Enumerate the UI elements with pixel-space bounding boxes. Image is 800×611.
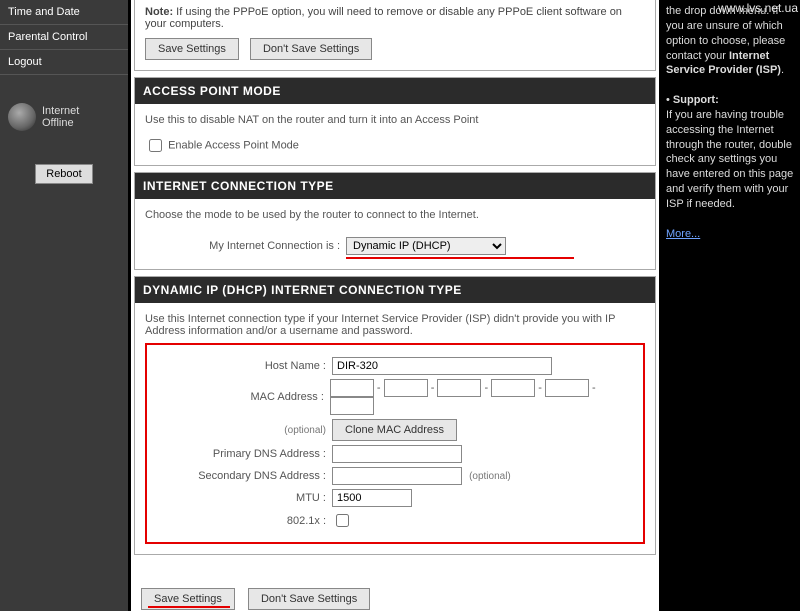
highlight-line (346, 257, 574, 259)
watermark: www.lvs.net.ua (718, 0, 798, 16)
status-value: Offline (42, 117, 79, 129)
ap-desc: Use this to disable NAT on the router an… (145, 114, 645, 126)
ict-select[interactable]: Dynamic IP (DHCP) (346, 237, 506, 255)
help-p1c: . (781, 64, 784, 76)
dont-save-button-bottom[interactable]: Don't Save Settings (248, 588, 370, 610)
note-box: Note: If using the PPPoE option, you wil… (134, 0, 656, 71)
sdns-label: Secondary DNS Address : (151, 470, 332, 482)
more-link[interactable]: More... (666, 228, 700, 240)
ict-label: My Internet Connection is : (145, 240, 346, 252)
dot1x-label: 802.1x : (151, 515, 332, 527)
nav-logout[interactable]: Logout (0, 50, 128, 75)
clone-mac-button[interactable]: Clone MAC Address (332, 419, 457, 441)
highlight-box: Host Name : MAC Address : - - - - - (145, 343, 645, 544)
main-content: Note: If using the PPPoE option, you wil… (131, 0, 659, 611)
nav-time-date[interactable]: Time and Date (0, 0, 128, 25)
nav-parental[interactable]: Parental Control (0, 25, 128, 50)
mtu-label: MTU : (151, 492, 332, 504)
sdns-input[interactable] (332, 467, 462, 485)
hostname-input[interactable] (332, 357, 552, 375)
globe-icon (8, 103, 36, 131)
sdns-optional: (optional) (469, 471, 511, 482)
support-label: Support: (673, 94, 719, 106)
reboot-button[interactable]: Reboot (35, 164, 92, 184)
mac-input-6[interactable] (330, 397, 374, 415)
section-dhcp-header: DYNAMIC IP (DHCP) INTERNET CONNECTION TY… (135, 277, 655, 303)
pdns-input[interactable] (332, 445, 462, 463)
section-dhcp: DYNAMIC IP (DHCP) INTERNET CONNECTION TY… (134, 276, 656, 555)
hostname-label: Host Name : (151, 360, 332, 372)
pdns-label: Primary DNS Address : (151, 448, 332, 460)
ap-checkbox-label: Enable Access Point Mode (168, 139, 299, 151)
mac-input-3[interactable] (437, 379, 481, 397)
dhcp-desc: Use this Internet connection type if you… (145, 313, 645, 337)
mac-input-4[interactable] (491, 379, 535, 397)
ap-enable-checkbox[interactable] (149, 139, 162, 152)
section-ap: ACCESS POINT MODE Use this to disable NA… (134, 77, 656, 166)
note-text: If using the PPPoE option, you will need… (145, 6, 622, 30)
dont-save-button-top[interactable]: Don't Save Settings (250, 38, 372, 60)
mac-input-1[interactable] (330, 379, 374, 397)
left-sidebar: Time and Date Parental Control Logout In… (0, 0, 128, 611)
mac-label: MAC Address : (151, 391, 330, 403)
note-prefix: Note: (145, 6, 173, 18)
status-block: Internet Offline (0, 95, 128, 139)
status-label: Internet (42, 105, 79, 117)
mac-optional: (optional) (284, 425, 326, 436)
right-help: www.lvs.net.ua the drop down menu. If yo… (662, 0, 800, 611)
highlight-save (148, 606, 230, 608)
save-button-top[interactable]: Save Settings (145, 38, 239, 60)
section-ict: INTERNET CONNECTION TYPE Choose the mode… (134, 172, 656, 270)
mtu-input[interactable] (332, 489, 412, 507)
support-text: If you are having trouble accessing the … (666, 109, 793, 210)
section-ict-header: INTERNET CONNECTION TYPE (135, 173, 655, 199)
section-ap-header: ACCESS POINT MODE (135, 78, 655, 104)
ict-desc: Choose the mode to be used by the router… (145, 209, 645, 221)
mac-input-5[interactable] (545, 379, 589, 397)
dot1x-checkbox[interactable] (336, 514, 349, 527)
mac-input-2[interactable] (384, 379, 428, 397)
